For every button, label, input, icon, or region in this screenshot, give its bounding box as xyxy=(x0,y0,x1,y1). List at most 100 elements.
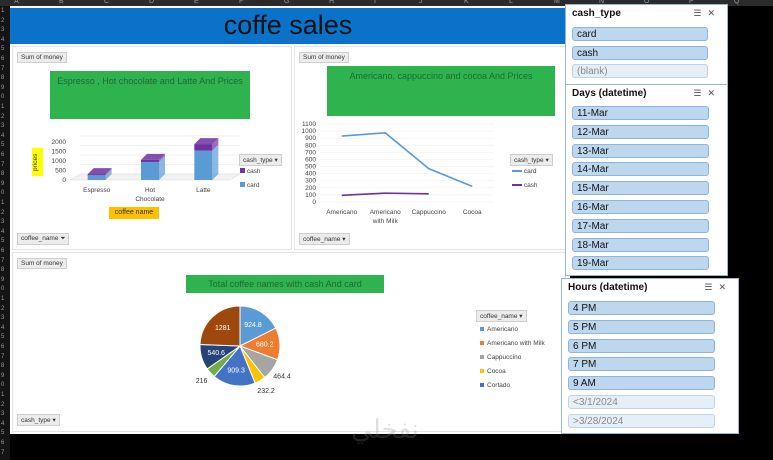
multi-select-icon[interactable]: ☰ xyxy=(704,282,718,292)
row-number[interactable]: 0 xyxy=(1,382,4,388)
row-number[interactable]: 0 xyxy=(1,286,4,292)
row-number[interactable]: 6 xyxy=(1,56,4,62)
days-slicer-item[interactable]: 15-Mar xyxy=(572,181,709,196)
days-slicer-item[interactable]: 19-Mar xyxy=(572,256,709,271)
row-number[interactable]: 6 xyxy=(1,344,4,350)
row-number[interactable]: 4 xyxy=(1,421,4,427)
row-number[interactable]: 4 xyxy=(1,229,4,235)
days-slicer-item[interactable]: 16-Mar xyxy=(572,200,709,214)
column-letter[interactable]: H xyxy=(329,0,334,5)
row-number[interactable]: 6 xyxy=(1,440,4,446)
coffee-name-legend-button[interactable]: coffee_name ▾ xyxy=(476,310,527,322)
cash-type-slicer-item[interactable]: cash xyxy=(572,45,708,60)
days-slicer[interactable]: Days (datetime) ☰✕ 11-Mar 12-Mar 13-Mar 14-… xyxy=(565,84,728,276)
row-number[interactable]: 8 xyxy=(1,171,4,177)
row-number[interactable]: 3 xyxy=(1,123,4,129)
hours-slicer-item[interactable]: 9 AM xyxy=(568,376,715,391)
hours-slicer[interactable]: Hours (datetime) ☰✕ 4 PM 5 PM 6 PM 7 PM 9 AM… xyxy=(561,278,739,434)
row-number[interactable]: 4 xyxy=(1,133,4,139)
row-number[interactable]: 6 xyxy=(1,152,4,158)
coffee-name-filter-button[interactable]: coffee_name ⏷ xyxy=(17,233,70,245)
row-number[interactable]: 7 xyxy=(1,258,4,264)
sum-of-money-button-2[interactable]: Sum of money xyxy=(299,52,349,63)
row-number[interactable]: 3 xyxy=(1,411,4,417)
row-number[interactable]: 8 xyxy=(1,363,4,369)
cash-type-slicer-item[interactable]: card xyxy=(572,27,708,41)
clear-filter-icon[interactable]: ✕ xyxy=(718,282,732,292)
row-number[interactable]: 1 xyxy=(1,392,4,398)
column-letter[interactable]: M xyxy=(554,0,560,5)
column-letter[interactable]: K xyxy=(464,0,469,5)
cash-type-slicer[interactable]: cash_type ☰✕ card cash (blank) xyxy=(565,4,728,86)
column-letter[interactable]: E xyxy=(194,0,199,5)
row-number[interactable]: 7 xyxy=(1,450,4,456)
days-slicer-item[interactable]: 17-Mar xyxy=(572,218,709,233)
row-number[interactable]: 1 xyxy=(1,104,4,110)
row-number[interactable]: 0 xyxy=(1,190,4,196)
hours-slicer-item[interactable]: <3/1/2024 xyxy=(568,395,715,409)
row-number[interactable]: 8 xyxy=(1,267,4,273)
hours-slicer-item[interactable]: 7 PM xyxy=(568,357,715,372)
column-letter[interactable]: G xyxy=(284,0,289,5)
days-slicer-item[interactable]: 14-Mar xyxy=(572,162,709,177)
row-number[interactable]: 3 xyxy=(1,27,4,33)
multi-select-icon[interactable]: ☰ xyxy=(693,8,707,18)
hours-slicer-item[interactable]: >3/28/2024 xyxy=(568,413,715,428)
row-number[interactable]: 0 xyxy=(1,94,4,100)
row-number[interactable]: 1 xyxy=(1,8,4,14)
clear-filter-icon[interactable]: ✕ xyxy=(707,88,721,98)
multi-select-icon[interactable]: ☰ xyxy=(693,88,707,98)
clear-filter-icon[interactable]: ✕ xyxy=(707,8,721,18)
hours-slicer-item[interactable]: 4 PM xyxy=(568,301,715,315)
row-number[interactable]: 9 xyxy=(1,373,4,379)
days-slicer-item[interactable]: 18-Mar xyxy=(572,237,709,252)
row-number[interactable]: 8 xyxy=(1,75,4,81)
column-letter[interactable]: B xyxy=(59,0,64,5)
row-number[interactable]: 2 xyxy=(1,114,4,120)
days-slicer-item[interactable]: 12-Mar xyxy=(572,124,709,139)
row-number[interactable]: 4 xyxy=(1,325,4,331)
row-number[interactable]: 6 xyxy=(1,248,4,254)
row-number[interactable]: 7 xyxy=(1,162,4,168)
days-slicer-item[interactable]: 13-Mar xyxy=(572,143,709,158)
cash-type-filter-button[interactable]: cash_type ▾ xyxy=(17,414,60,426)
cash-type-slicer-item[interactable]: (blank) xyxy=(572,64,708,78)
row-number[interactable]: 2 xyxy=(1,402,4,408)
hours-slicer-item[interactable]: 5 PM xyxy=(568,319,715,334)
column-letter[interactable]: C xyxy=(104,0,109,5)
row-number[interactable]: 7 xyxy=(1,66,4,72)
row-number[interactable]: 9 xyxy=(1,277,4,283)
column-letter[interactable]: L xyxy=(509,0,513,5)
row-number[interactable]: 2 xyxy=(1,18,4,24)
row-number[interactable]: 5 xyxy=(1,334,4,340)
row-number[interactable]: 7 xyxy=(1,354,4,360)
prices-axis-button[interactable]: prices xyxy=(32,148,43,176)
row-number[interactable]: 5 xyxy=(1,238,4,244)
hours-slicer-item[interactable]: 6 PM xyxy=(568,338,715,353)
chart1-legend-cash-type-button[interactable]: cash_type ▾ xyxy=(239,154,282,166)
column-letter[interactable]: A xyxy=(14,0,19,5)
row-number[interactable]: 9 xyxy=(1,181,4,187)
row-number[interactable]: 9 xyxy=(1,85,4,91)
column-letter[interactable]: F xyxy=(239,0,243,5)
column-letter[interactable]: D xyxy=(149,0,154,5)
row-number[interactable]: 4 xyxy=(1,37,4,43)
row-number[interactable]: 5 xyxy=(1,46,4,52)
column-letter[interactable]: J xyxy=(419,0,423,5)
row-number[interactable]: 3 xyxy=(1,315,4,321)
sum-of-money-button-3[interactable]: Sum of money xyxy=(17,258,67,269)
row-number[interactable]: 2 xyxy=(1,306,4,312)
sum-of-money-button[interactable]: Sum of money xyxy=(17,52,67,63)
row-number[interactable]: 3 xyxy=(1,219,4,225)
chart2-legend-cash-type-button[interactable]: cash_type ▾ xyxy=(510,154,553,166)
row-number[interactable]: 5 xyxy=(1,142,4,148)
coffee-name-filter-button-2[interactable]: coffee_name ▾ xyxy=(299,233,350,245)
row-number[interactable]: 1 xyxy=(1,200,4,206)
row-number[interactable]: 1 xyxy=(1,296,4,302)
days-slicer-item[interactable]: 11-Mar xyxy=(572,106,709,120)
row-number[interactable]: 2 xyxy=(1,210,4,216)
coffee-name-axis-button[interactable]: coffee name xyxy=(109,207,159,219)
column-letter[interactable]: I xyxy=(374,0,376,5)
row-number[interactable]: 5 xyxy=(1,430,4,436)
column-letter[interactable]: Q xyxy=(734,0,739,5)
